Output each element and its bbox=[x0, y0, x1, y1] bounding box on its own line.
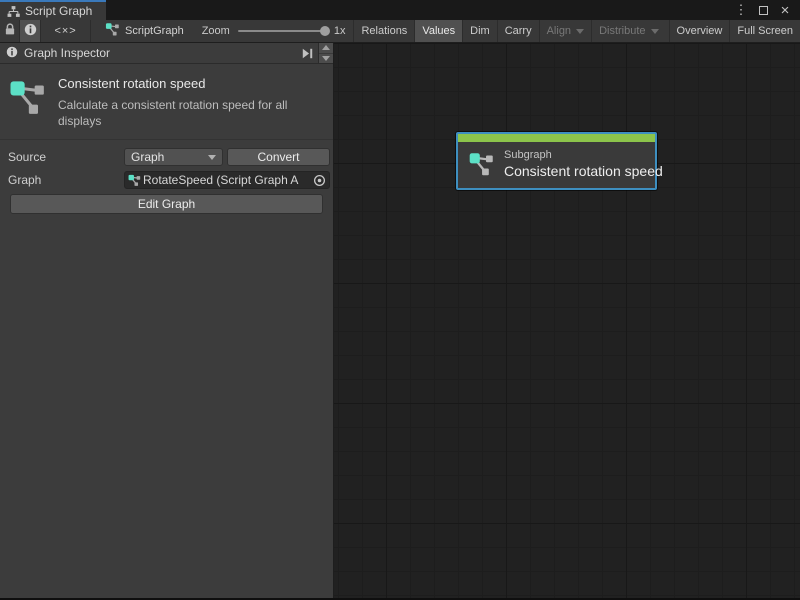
chevron-down-icon bbox=[576, 29, 584, 34]
graph-object-field[interactable]: RotateSpeed (Script Graph A bbox=[124, 171, 330, 189]
subgraph-node-header bbox=[458, 134, 655, 142]
window-controls: ⋮ × bbox=[732, 0, 800, 20]
overview-label: Overview bbox=[677, 25, 723, 37]
values-button[interactable]: Values bbox=[414, 20, 462, 42]
source-label: Source bbox=[8, 150, 124, 164]
subgraph-node-body: Subgraph Consistent rotation speed bbox=[458, 142, 655, 188]
node-type-label: Subgraph bbox=[504, 149, 645, 161]
convert-label: Convert bbox=[257, 150, 299, 164]
tab-label: Script Graph bbox=[25, 4, 92, 18]
inspector-rows: Source Graph Convert Graph bbox=[0, 140, 333, 214]
carry-button[interactable]: Carry bbox=[497, 20, 539, 42]
graph-hierarchy-icon bbox=[7, 5, 20, 18]
scroll-down-icon[interactable] bbox=[319, 53, 333, 64]
source-dropdown-value: Graph bbox=[131, 150, 203, 164]
relations-button[interactable]: Relations bbox=[353, 20, 414, 42]
tab-script-graph[interactable]: Script Graph bbox=[0, 0, 106, 20]
graph-field-label: Graph bbox=[8, 173, 124, 187]
chevron-down-icon bbox=[651, 29, 659, 34]
dim-label: Dim bbox=[470, 25, 490, 37]
zoom-label: Zoom bbox=[202, 25, 230, 37]
window-menu-icon[interactable]: ⋮ bbox=[732, 2, 750, 18]
scroll-up-icon[interactable] bbox=[319, 43, 333, 53]
graph-object-value: RotateSpeed (Script Graph A bbox=[143, 173, 312, 187]
info-icon bbox=[6, 46, 18, 61]
zoom-control: Zoom 1x bbox=[194, 20, 354, 42]
graph-inspector-header: Graph Inspector bbox=[0, 43, 333, 64]
subgraph-node[interactable]: Subgraph Consistent rotation speed bbox=[456, 132, 657, 190]
convert-button[interactable]: Convert bbox=[227, 148, 330, 166]
graph-info-texts: Consistent rotation speed Calculate a co… bbox=[58, 76, 323, 129]
graph-description: Calculate a consistent rotation speed fo… bbox=[58, 97, 323, 129]
tab-strip: Script Graph ⋮ × bbox=[0, 0, 800, 20]
values-label: Values bbox=[422, 25, 455, 37]
info-icon bbox=[24, 23, 37, 39]
edit-graph-label: Edit Graph bbox=[138, 197, 195, 211]
script-graph-icon bbox=[8, 76, 48, 129]
script-graph-icon bbox=[105, 22, 120, 40]
code-view-button[interactable]: <×> bbox=[41, 20, 91, 42]
window-close-icon[interactable]: × bbox=[776, 2, 794, 18]
align-button[interactable]: Align bbox=[539, 20, 591, 42]
lock-icon bbox=[4, 23, 16, 39]
breadcrumb[interactable]: ScriptGraph bbox=[91, 20, 194, 42]
main-area: Graph Inspector bbox=[0, 43, 800, 598]
graph-toolbar: <×> ScriptGraph Zoom 1x Relations bbox=[0, 20, 800, 43]
carry-label: Carry bbox=[505, 25, 532, 37]
align-label: Align bbox=[547, 25, 571, 37]
graph-row: Graph RotateSpeed (Scr bbox=[8, 171, 330, 189]
inspector-scrollbar bbox=[318, 43, 333, 63]
graph-canvas[interactable]: Subgraph Consistent rotation speed bbox=[334, 43, 800, 598]
graph-info-block: Consistent rotation speed Calculate a co… bbox=[0, 64, 333, 140]
edit-graph-button[interactable]: Edit Graph bbox=[10, 194, 323, 214]
dim-button[interactable]: Dim bbox=[462, 20, 497, 42]
subgraph-icon bbox=[468, 151, 495, 178]
view-buttons-group: Relations Values Dim Carry Align Distrib… bbox=[353, 20, 800, 42]
zoom-slider[interactable] bbox=[238, 30, 326, 32]
maximize-square bbox=[759, 6, 768, 15]
script-graph-window: Script Graph ⋮ × bbox=[0, 0, 800, 600]
full-screen-button[interactable]: Full Screen bbox=[729, 20, 800, 42]
distribute-label: Distribute bbox=[599, 25, 645, 37]
lock-button[interactable] bbox=[0, 20, 20, 42]
breadcrumb-label: ScriptGraph bbox=[125, 25, 184, 37]
inspector-title: Graph Inspector bbox=[24, 46, 297, 60]
distribute-button[interactable]: Distribute bbox=[591, 20, 665, 42]
inspector-toggle-button[interactable] bbox=[20, 20, 41, 42]
node-title: Consistent rotation speed bbox=[504, 163, 645, 179]
object-picker-icon[interactable] bbox=[312, 174, 327, 187]
zoom-slider-knob[interactable] bbox=[320, 26, 330, 36]
overview-button[interactable]: Overview bbox=[669, 20, 730, 42]
source-row: Source Graph Convert bbox=[8, 148, 330, 166]
tabstrip-spacer bbox=[106, 0, 732, 20]
dock-panel-icon[interactable] bbox=[297, 48, 318, 59]
full-screen-label: Full Screen bbox=[737, 25, 793, 37]
relations-label: Relations bbox=[361, 25, 407, 37]
chevron-down-icon bbox=[208, 155, 216, 160]
graph-title: Consistent rotation speed bbox=[58, 76, 323, 91]
window-maximize-icon[interactable] bbox=[754, 2, 772, 18]
code-icon: <×> bbox=[54, 25, 76, 37]
zoom-value: 1x bbox=[334, 25, 346, 37]
source-dropdown[interactable]: Graph bbox=[124, 148, 223, 166]
graph-inspector-panel: Graph Inspector bbox=[0, 43, 334, 598]
script-graph-icon bbox=[128, 174, 141, 187]
